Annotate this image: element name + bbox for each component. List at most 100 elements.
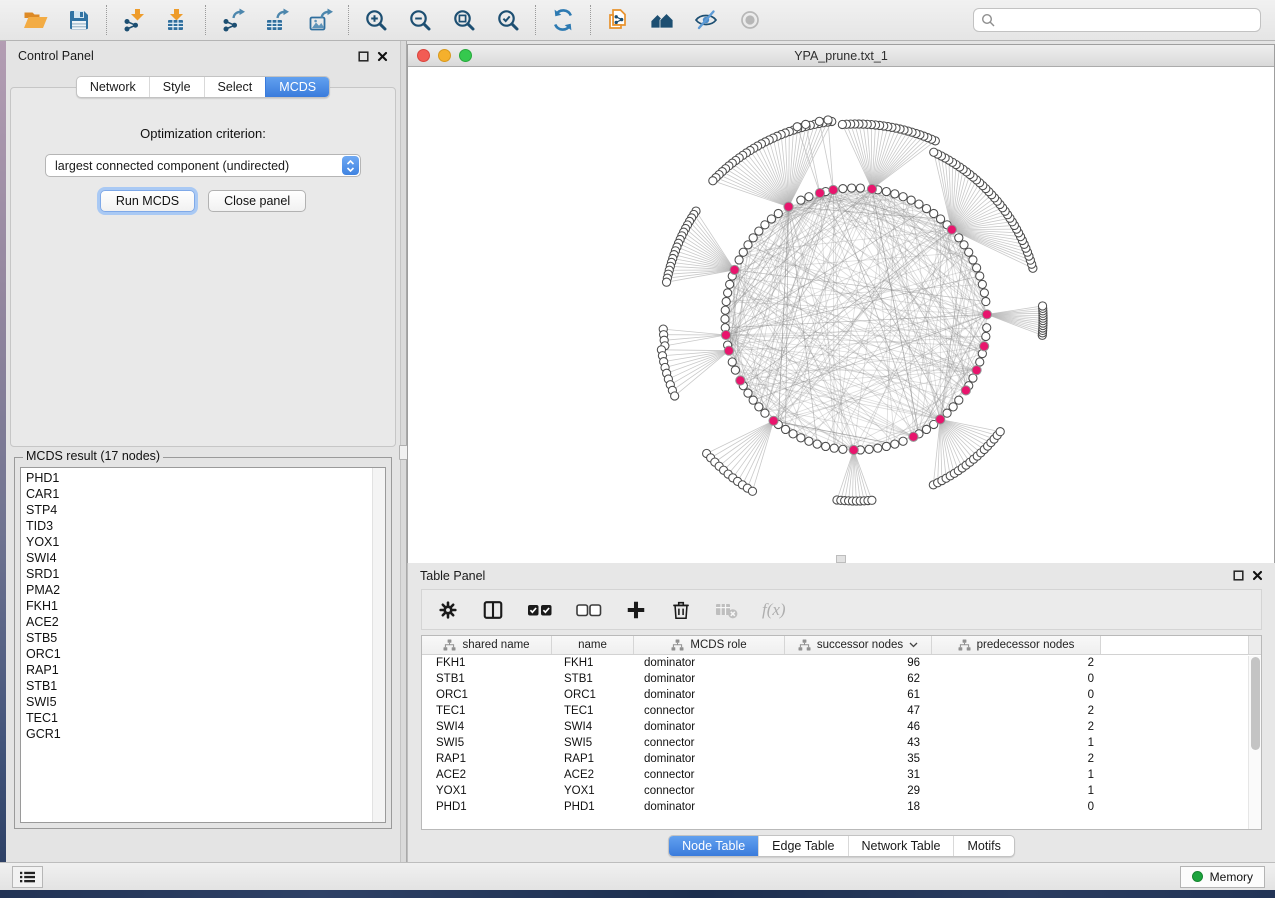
export-table-button[interactable] (263, 5, 291, 35)
add-row-button[interactable] (625, 598, 647, 622)
mcds-result-item[interactable]: ORC1 (26, 646, 372, 662)
mcds-result-item[interactable]: TEC1 (26, 710, 372, 726)
close-panel-icon[interactable] (377, 51, 388, 62)
horizontal-splitter-handle[interactable] (836, 555, 846, 563)
delete-table-icon (715, 598, 739, 622)
save-session-button[interactable] (65, 5, 93, 35)
table-row[interactable]: ORC1ORC1dominator610 (422, 687, 1261, 703)
mcds-list-scrollbar[interactable] (372, 468, 385, 822)
run-mcds-button[interactable]: Run MCDS (100, 190, 195, 212)
cell-shared-name: YOX1 (422, 785, 552, 797)
refresh-view-button[interactable] (549, 5, 577, 35)
mcds-result-item[interactable]: STB1 (26, 678, 372, 694)
mcds-result-item[interactable]: PMA2 (26, 582, 372, 598)
cell-successor-nodes: 18 (785, 801, 932, 813)
tab-network[interactable]: Network (77, 77, 149, 97)
delete-table-button[interactable] (715, 598, 739, 622)
close-panel-button[interactable]: Close panel (208, 190, 306, 212)
zoom-selected-button[interactable] (494, 5, 522, 35)
tab-select[interactable]: Select (204, 77, 266, 97)
optimization-criterion-select[interactable]: largest connected component (undirected) (45, 154, 361, 177)
column-view-button[interactable] (482, 598, 504, 622)
close-window-button[interactable] (417, 49, 430, 62)
import-network-button[interactable] (120, 5, 148, 35)
mcds-result-item[interactable]: CAR1 (26, 486, 372, 502)
task-history-button[interactable] (12, 866, 43, 888)
network-overview-button[interactable] (648, 5, 676, 35)
maximize-window-button[interactable] (459, 49, 472, 62)
zoom-in-button[interactable] (362, 5, 390, 35)
mcds-result-item[interactable]: FKH1 (26, 598, 372, 614)
zoom-fit-button[interactable] (450, 5, 478, 35)
mcds-result-item[interactable]: ACE2 (26, 614, 372, 630)
table-row[interactable]: PHD1PHD1dominator180 (422, 799, 1261, 815)
vertical-splitter[interactable] (400, 41, 407, 862)
close-table-panel-icon[interactable] (1252, 570, 1263, 581)
deselect-all-rows-button[interactable] (576, 598, 602, 622)
table-row[interactable]: FKH1FKH1dominator962 (422, 655, 1261, 671)
network-canvas[interactable] (408, 67, 1274, 563)
mcds-result-item[interactable]: STB5 (26, 630, 372, 646)
hide-graphics-details-button[interactable] (692, 5, 720, 35)
network-graph[interactable] (408, 67, 1274, 563)
column-header-shared-name[interactable]: shared name (422, 636, 552, 654)
table-row[interactable]: RAP1RAP1dominator352 (422, 751, 1261, 767)
mcds-result-item[interactable]: SWI5 (26, 694, 372, 710)
table-row[interactable]: YOX1YOX1connector291 (422, 783, 1261, 799)
select-all-rows-button[interactable] (527, 598, 553, 622)
mcds-result-item[interactable]: STP4 (26, 502, 372, 518)
table-vertical-scrollbar[interactable] (1248, 656, 1261, 829)
cell-successor-nodes: 43 (785, 737, 932, 749)
mcds-result-item[interactable]: SRD1 (26, 566, 372, 582)
cell-shared-name: PHD1 (422, 801, 552, 813)
cell-successor-nodes: 47 (785, 705, 932, 717)
tab-node-table[interactable]: Node Table (669, 836, 758, 856)
column-header-predecessor-nodes[interactable]: predecessor nodes (932, 636, 1101, 654)
cell-shared-name: TEC1 (422, 705, 552, 717)
mcds-result-list[interactable]: PHD1CAR1STP4TID3YOX1SWI4SRD1PMA2FKH1ACE2… (21, 468, 372, 822)
tab-network-table[interactable]: Network Table (848, 836, 954, 856)
cell-predecessor-nodes: 0 (932, 801, 1101, 813)
table-row[interactable]: STB1STB1dominator620 (422, 671, 1261, 687)
float-panel-icon[interactable] (358, 51, 369, 62)
mcds-result-item[interactable]: TID3 (26, 518, 372, 534)
import-table-button[interactable] (164, 5, 192, 35)
column-settings-button[interactable] (437, 598, 459, 622)
table-row[interactable]: SWI4SWI4dominator462 (422, 719, 1261, 735)
show-graphics-details-button[interactable] (736, 5, 764, 35)
cell-MCDS-role: connector (634, 769, 785, 781)
column-header-MCDS-role[interactable]: MCDS role (634, 636, 785, 654)
float-table-panel-icon[interactable] (1233, 570, 1244, 581)
tab-mcds[interactable]: MCDS (265, 77, 329, 97)
zoom-in-icon (364, 8, 388, 32)
search-input[interactable] (973, 8, 1261, 32)
cell-predecessor-nodes: 1 (932, 737, 1101, 749)
mcds-result-item[interactable]: RAP1 (26, 662, 372, 678)
zoom-out-button[interactable] (406, 5, 434, 35)
memory-button[interactable]: Memory (1180, 866, 1265, 888)
mcds-result-item[interactable]: PHD1 (26, 470, 372, 486)
mcds-result-item[interactable]: GCR1 (26, 726, 372, 742)
cell-shared-name: FKH1 (422, 657, 552, 669)
table-header-row: shared namenameMCDS rolesuccessor nodesp… (422, 636, 1261, 655)
column-header-successor-nodes[interactable]: successor nodes (785, 636, 932, 654)
export-image-button[interactable] (307, 5, 335, 35)
minimize-window-button[interactable] (438, 49, 451, 62)
mcds-result-item[interactable]: YOX1 (26, 534, 372, 550)
open-session-button[interactable] (21, 5, 49, 35)
table-row[interactable]: SWI5SWI5connector431 (422, 735, 1261, 751)
table-row[interactable]: TEC1TEC1connector472 (422, 703, 1261, 719)
mcds-result-item[interactable]: SWI4 (26, 550, 372, 566)
tab-edge-table[interactable]: Edge Table (758, 836, 847, 856)
cell-predecessor-nodes: 2 (932, 753, 1101, 765)
scrollbar-thumb[interactable] (1251, 657, 1260, 750)
export-network-button[interactable] (219, 5, 247, 35)
status-bar: Memory (0, 862, 1275, 890)
delete-row-button[interactable] (670, 598, 692, 622)
tab-style[interactable]: Style (149, 77, 204, 97)
function-builder-button[interactable]: f(x) (762, 600, 786, 620)
tab-motifs[interactable]: Motifs (953, 836, 1013, 856)
clone-network-button[interactable] (604, 5, 632, 35)
table-row[interactable]: ACE2ACE2connector311 (422, 767, 1261, 783)
column-header-name[interactable]: name (552, 636, 634, 654)
